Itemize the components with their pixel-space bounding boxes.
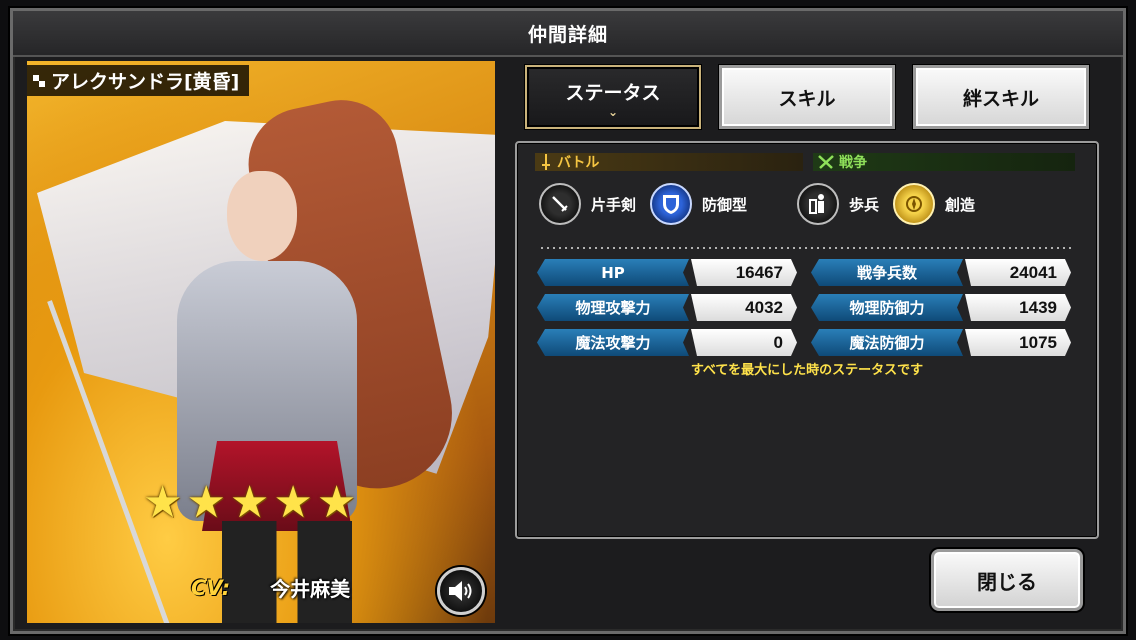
- character-name-plate: アレクサンドラ[黄昏]: [27, 65, 250, 96]
- max-stats-note: すべてを最大にした時のステータスです: [690, 363, 924, 378]
- checker-icon: [33, 74, 45, 87]
- cv-name: 今井麻美: [270, 577, 351, 601]
- attribute-element-label: 創造: [945, 195, 976, 214]
- tab-bond-skill-label: 絆スキル: [962, 87, 1039, 110]
- attribute-row: 片手剣 防御型 歩兵 創造: [539, 183, 989, 225]
- speaker-icon: [449, 581, 472, 601]
- star-icon: ★: [273, 477, 313, 528]
- close-button[interactable]: 閉じる: [931, 549, 1083, 611]
- stat-mag-def: 魔法防御力 1075: [811, 329, 1073, 356]
- tab-status-label: ステータス: [565, 81, 661, 104]
- divider: [539, 247, 1075, 249]
- stat-mag-def-label: 魔法防御力: [811, 329, 963, 356]
- attribute-weapon-label: 片手剣: [591, 195, 637, 214]
- creation-emblem-icon: [893, 183, 936, 225]
- play-voice-button[interactable]: [437, 567, 485, 615]
- battle-section-label: バトル: [557, 155, 600, 171]
- attribute-element: 創造: [893, 183, 975, 225]
- sword-icon: [542, 154, 550, 170]
- voice-actor-row: CV: 今井麻美: [191, 573, 350, 602]
- dialog-title: 仲間詳細: [13, 11, 1123, 57]
- tab-skill[interactable]: スキル: [719, 65, 895, 129]
- star-icon: ★: [316, 477, 357, 528]
- stat-phys-def-value: 1439: [965, 294, 1071, 321]
- chevron-down-icon: ⌄: [607, 104, 619, 119]
- character-name: アレクサンドラ[黄昏]: [51, 71, 240, 93]
- tab-bond-skill[interactable]: 絆スキル: [913, 65, 1089, 129]
- infantry-icon: [797, 183, 840, 225]
- rarity-stars: ★ ★ ★ ★ ★: [143, 481, 356, 525]
- war-section-label: 戦争: [839, 155, 867, 171]
- stat-phys-def-label: 物理防御力: [811, 294, 963, 321]
- stat-war-troops: 戦争兵数 24041: [811, 259, 1073, 286]
- detail-tabs: ステータス ⌄ スキル 絆スキル: [525, 65, 1089, 129]
- cv-label: CV:: [191, 575, 231, 600]
- stat-phys-atk-label: 物理攻撃力: [537, 294, 689, 321]
- dialog-frame: 仲間詳細 アレクサンドラ[黄昏] ★ ★ ★ ★ ★ CV: 今井麻美 ステータ…: [10, 8, 1126, 634]
- war-section-header: 戦争: [813, 153, 1075, 171]
- battle-section-header: バトル: [535, 153, 803, 171]
- stat-hp-label: HP: [537, 259, 689, 286]
- attribute-troop: 歩兵: [797, 183, 879, 225]
- attribute-role: 防御型: [650, 183, 747, 225]
- stat-mag-def-value: 1075: [965, 329, 1071, 356]
- character-face: [227, 171, 297, 261]
- attribute-troop-label: 歩兵: [849, 195, 880, 214]
- tab-status[interactable]: ステータス ⌄: [525, 65, 701, 129]
- stat-phys-atk-value: 4032: [691, 294, 797, 321]
- one-handed-sword-icon: [539, 183, 581, 225]
- stat-hp-value: 16467: [691, 259, 797, 286]
- stat-hp: HP 16467: [537, 259, 799, 286]
- stat-mag-atk-value: 0: [691, 329, 797, 356]
- status-panel: バトル 戦争 片手剣 防御型 歩兵 創造 HP 16467 戦争兵数 24041…: [515, 141, 1099, 539]
- attribute-weapon: 片手剣: [539, 183, 636, 225]
- character-legs: [222, 521, 352, 623]
- stat-phys-def: 物理防御力 1439: [811, 294, 1073, 321]
- star-icon: ★: [143, 477, 183, 528]
- star-icon: ★: [186, 477, 226, 528]
- stat-war-troops-label: 戦争兵数: [811, 259, 963, 286]
- character-art: アレクサンドラ[黄昏] ★ ★ ★ ★ ★ CV: 今井麻美: [27, 61, 495, 623]
- shield-icon: [650, 183, 693, 225]
- tab-skill-label: スキル: [778, 87, 836, 110]
- stat-mag-atk: 魔法攻撃力 0: [537, 329, 799, 356]
- stat-phys-atk: 物理攻撃力 4032: [537, 294, 799, 321]
- stat-mag-atk-label: 魔法攻撃力: [537, 329, 689, 356]
- star-icon: ★: [229, 477, 270, 528]
- stat-war-troops-value: 24041: [965, 259, 1071, 286]
- attribute-role-label: 防御型: [702, 195, 748, 214]
- crossed-swords-icon: [818, 155, 834, 169]
- stat-grid: HP 16467 戦争兵数 24041 物理攻撃力 4032 物理防御力 143…: [537, 259, 1073, 356]
